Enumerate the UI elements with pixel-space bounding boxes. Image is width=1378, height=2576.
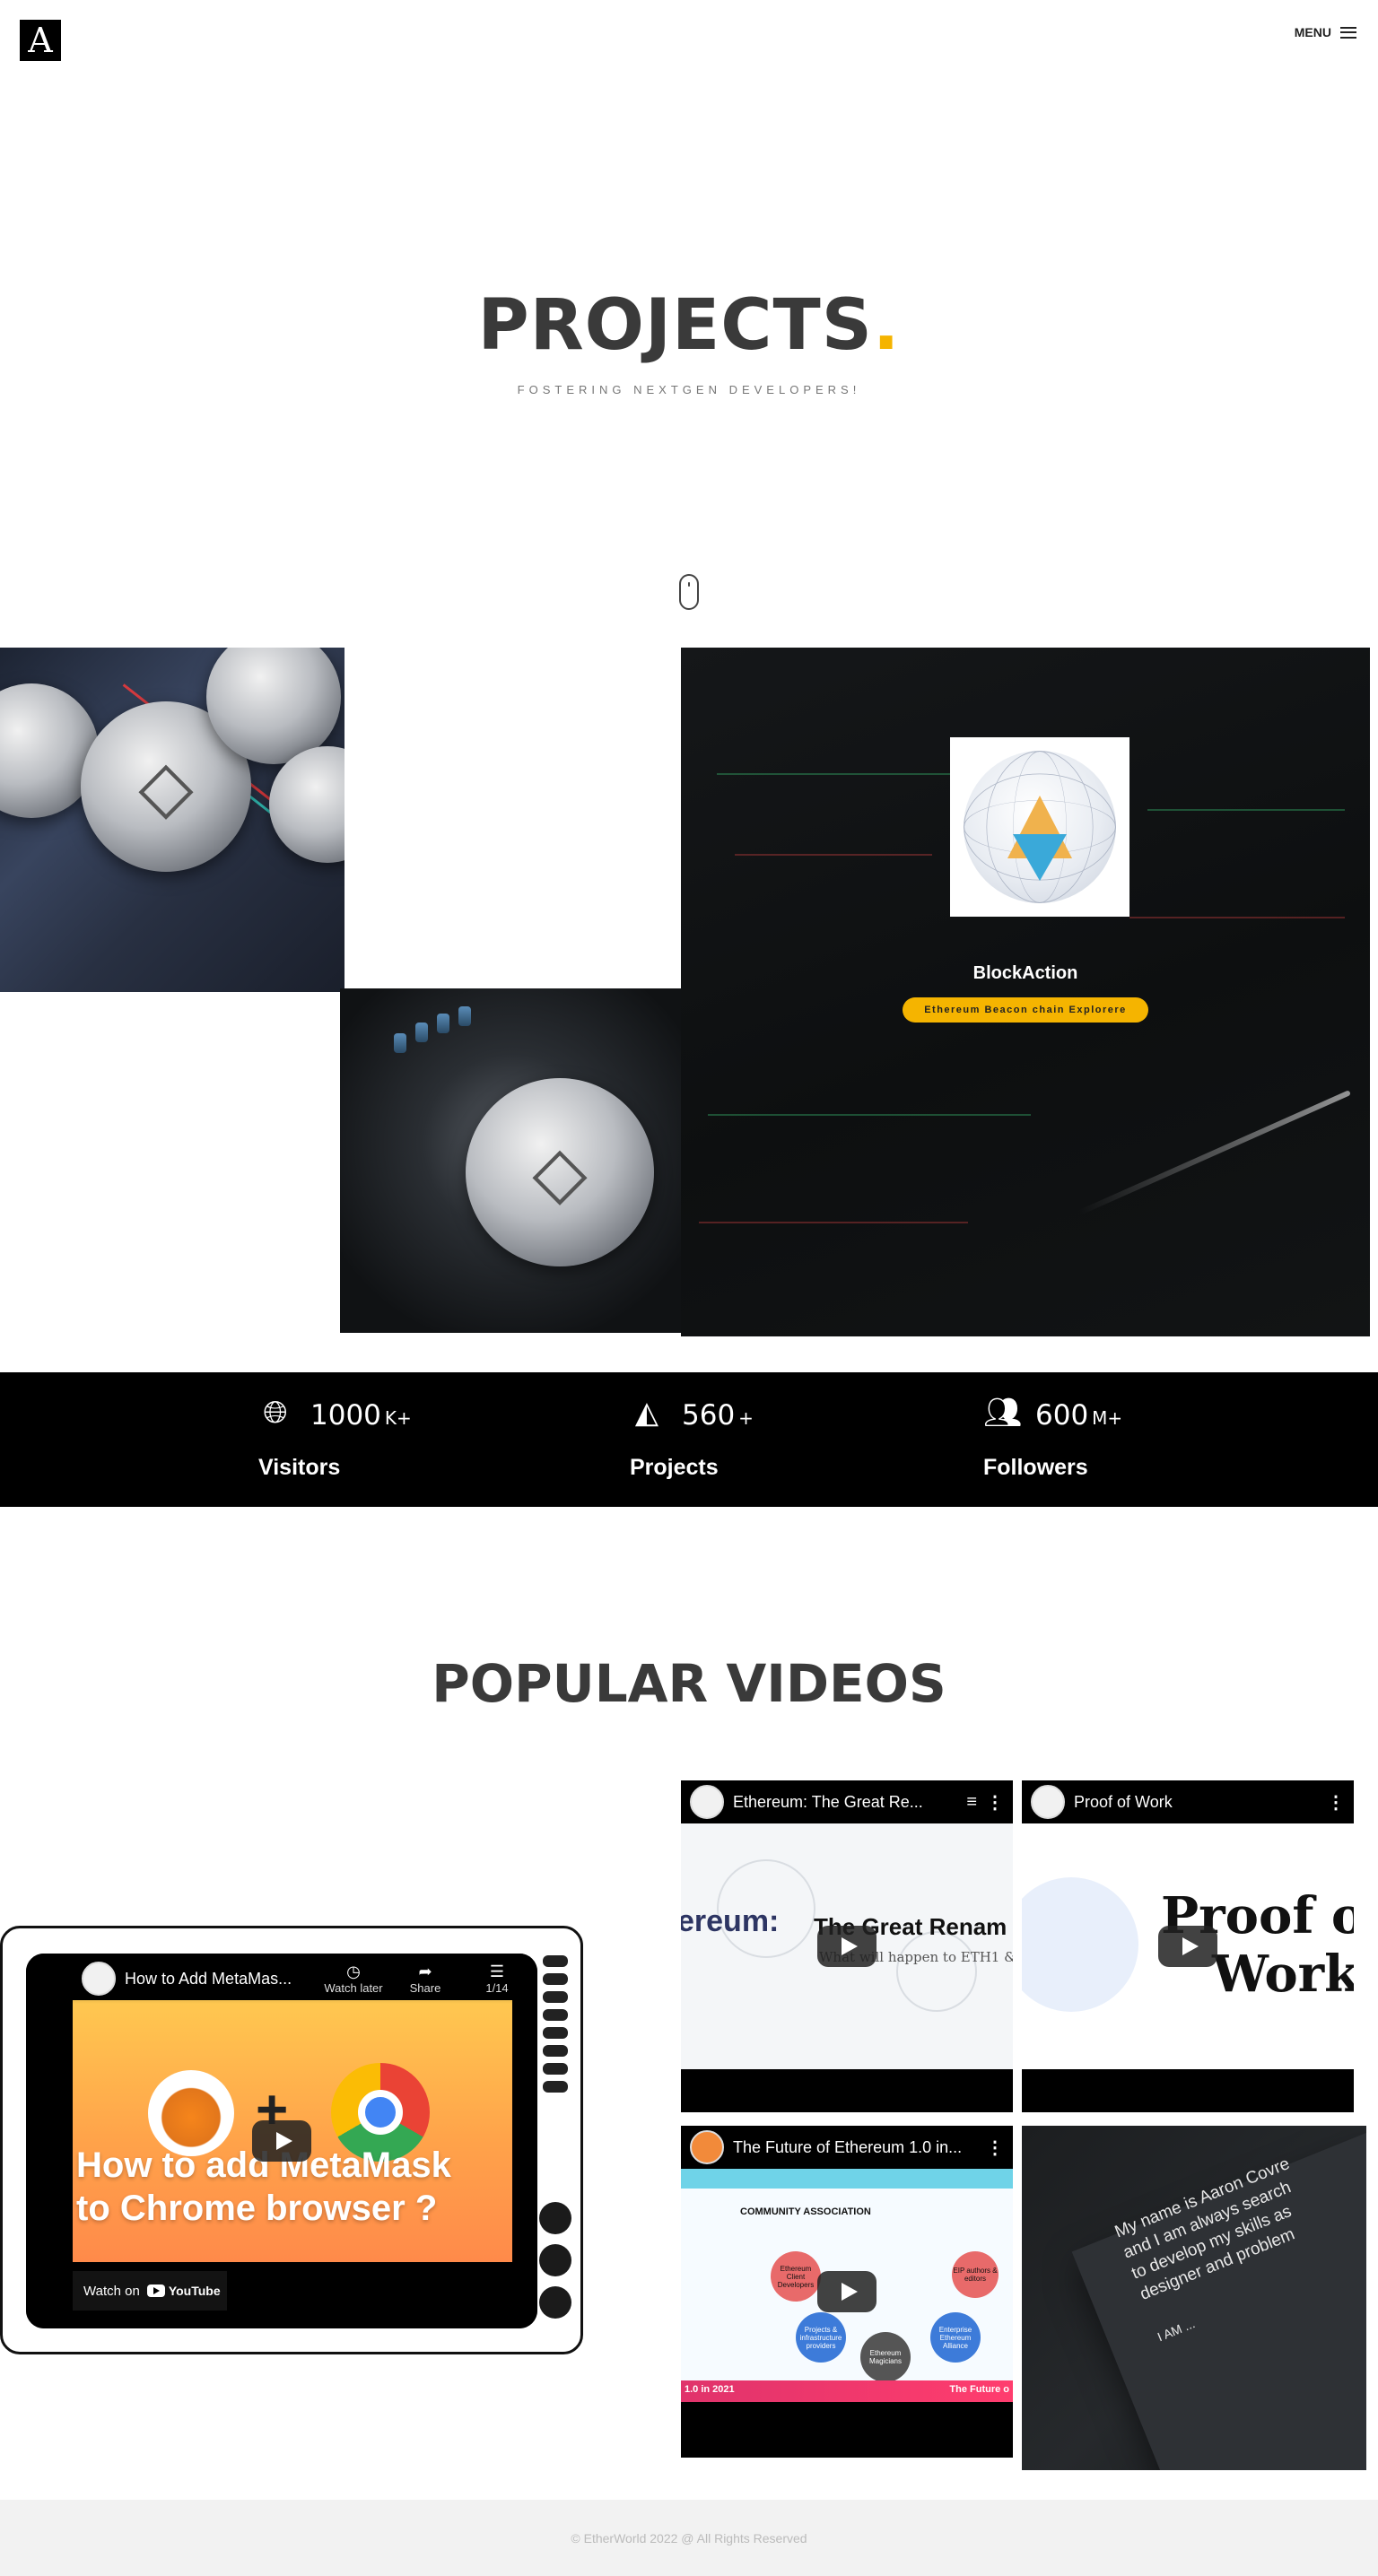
video-player-proof-of-work[interactable]: Proof o Work Proof of Work ⋮	[1022, 1780, 1354, 2112]
users-icon: 👥︎	[983, 1396, 1023, 1430]
video-player-ethereum-rename[interactable]: ereum: The Great Renam What will happen …	[681, 1780, 1013, 2112]
stat-label: Visitors	[258, 1455, 341, 1480]
page-title-dot: .	[872, 285, 901, 366]
stats-bar: 🌐︎ 1000 K+ Visitors ◭ 560 + Projects 👥︎ 60…	[0, 1372, 1378, 1507]
globe-icon: 🌐︎	[263, 1396, 288, 1430]
copyright-text: © EtherWorld 2022 @ All Rights Reserved	[571, 2530, 807, 2546]
stat-value: 1000	[310, 1399, 381, 1432]
clock-icon: ◷	[346, 1962, 361, 1980]
menu-button[interactable]: MENU	[1295, 25, 1356, 39]
diagram-bubble: Enterprise Ethereum Alliance	[930, 2312, 981, 2363]
play-button[interactable]	[252, 2120, 311, 2162]
share-icon: ➦	[418, 1962, 432, 1980]
video-title[interactable]: Proof of Work	[1074, 1793, 1318, 1812]
stat-value: 560	[682, 1399, 736, 1432]
youtube-logo-icon: YouTube	[146, 2284, 221, 2298]
more-options-icon[interactable]: ⋮	[986, 1791, 1004, 1814]
playlist-count: 1/14	[485, 1981, 509, 1995]
eth-diamond-icon: ◇	[532, 1132, 588, 1212]
diagram-bubble: EIP authors & editors	[952, 2251, 999, 2298]
prism-icon: ◭	[634, 1396, 659, 1430]
project-tag-button[interactable]: Ethereum Beacon chain Explorere	[903, 997, 1148, 1023]
share-label: Share	[409, 1981, 441, 1995]
logo-letter: A	[28, 21, 53, 60]
play-button[interactable]	[817, 2271, 877, 2312]
watch-on-youtube-link[interactable]: Watch on YouTube	[73, 2271, 227, 2311]
mining-cart-icon	[1022, 1877, 1138, 2012]
bug-icon	[539, 2244, 571, 2276]
stat-suffix: +	[738, 1407, 754, 1429]
tablet-side-keys	[539, 1955, 571, 2099]
about-letter-image: My name is Aaron Covre and I am always s…	[1022, 2126, 1366, 2470]
videos-section-title: POPULAR VIDEOS	[432, 1653, 946, 1714]
watch-on-label: Watch on	[83, 2283, 140, 2299]
watch-later-button[interactable]: ◷ Watch later	[322, 1962, 385, 1995]
stat-label: Projects	[630, 1455, 719, 1480]
share-button[interactable]: ➦ Share	[394, 1962, 457, 1995]
thumbnail-text: 1.0 in 2021	[685, 2384, 735, 2395]
eth-diamond-icon: ◇	[138, 746, 194, 826]
hamburger-icon	[1340, 26, 1356, 39]
page-title: PROJECTS.	[0, 285, 1378, 366]
thumbnail-text: The Future o	[949, 2384, 1009, 2395]
globe-eth-icon	[964, 751, 1116, 903]
youtube-label: YouTube	[168, 2284, 221, 2298]
bug-icon	[539, 2202, 571, 2234]
project-card[interactable]: BlockAction Ethereum Beacon chain Explor…	[681, 648, 1370, 1336]
diagram-bubble: Ethereum Magicians	[860, 2332, 911, 2382]
eth-chip-image: ◇	[340, 988, 685, 1333]
bug-icon	[539, 2286, 571, 2319]
coin-image: ◇	[466, 1078, 654, 1266]
diagram-bubble: Ethereum Client Developers	[771, 2251, 821, 2302]
channel-avatar[interactable]	[82, 1962, 116, 1996]
more-options-icon[interactable]: ⋮	[1327, 1791, 1345, 1814]
project-logo	[950, 737, 1129, 917]
queue-icon[interactable]: ≡	[966, 1792, 977, 1813]
thumbnail-text: ereum:	[681, 1904, 780, 1938]
watch-later-label: Watch later	[324, 1981, 383, 1995]
channel-avatar[interactable]	[1031, 1785, 1065, 1819]
play-button[interactable]	[817, 1926, 877, 1967]
stat-value: 600	[1035, 1399, 1089, 1432]
video-player-future-ethereum[interactable]: COMMUNITY ASSOCIATION Ethereum Client De…	[681, 2126, 1013, 2458]
channel-avatar[interactable]	[690, 2130, 724, 2164]
video-title[interactable]: Ethereum: The Great Re...	[733, 1793, 957, 1812]
more-options-icon[interactable]: ⋮	[986, 2137, 1004, 2159]
stat-suffix: M+	[1092, 1407, 1123, 1429]
channel-avatar[interactable]	[690, 1785, 724, 1819]
thumbnail-text: COMMUNITY ASSOCIATION	[740, 2206, 871, 2217]
thumbnail-line: to Chrome browser ?	[76, 2189, 438, 2228]
page-title-text: PROJECTS	[477, 285, 873, 366]
tablet-frame: How to Add MetaMas... ◷ Watch later ➦ Shar…	[0, 1926, 583, 2354]
eth-coins-image: ◇	[0, 648, 344, 992]
diagram-bubble: Projects & infrastructure providers	[796, 2312, 846, 2363]
project-name: BlockAction	[972, 963, 1078, 983]
featured-video-player[interactable]: How to Add MetaMas... ◷ Watch later ➦ Shar…	[26, 1954, 537, 2328]
stat-suffix: K+	[384, 1407, 412, 1429]
scroll-mouse-icon[interactable]	[679, 574, 699, 610]
light-glare	[1078, 1090, 1351, 1215]
page-subtitle: FOSTERING NEXTGEN DEVELOPERS!	[517, 383, 861, 396]
playlist-button[interactable]: ☰ 1/14	[466, 1962, 528, 1995]
video-title[interactable]: The Future of Ethereum 1.0 in...	[733, 2138, 977, 2157]
video-title[interactable]: How to Add MetaMas...	[125, 1970, 313, 1989]
stat-label: Followers	[983, 1455, 1088, 1480]
menu-label: MENU	[1294, 25, 1331, 39]
play-button[interactable]	[1158, 1926, 1217, 1967]
footer: © EtherWorld 2022 @ All Rights Reserved	[0, 2500, 1378, 2576]
thumbnail-text: Work	[1212, 1945, 1354, 2004]
playlist-icon: ☰	[489, 1962, 505, 1980]
site-logo[interactable]: A	[20, 20, 61, 61]
